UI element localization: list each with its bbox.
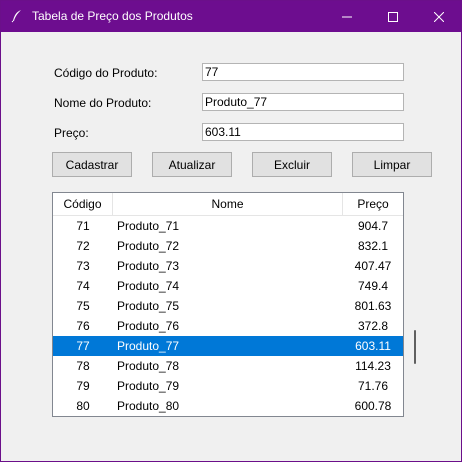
- price-label: Preço:: [54, 126, 89, 140]
- minimize-icon: [342, 16, 352, 17]
- price-field[interactable]: [202, 123, 404, 141]
- title-bar[interactable]: Tabela de Preço dos Produtos: [1, 1, 461, 32]
- close-button[interactable]: [416, 1, 462, 32]
- code-label: Código do Produto:: [54, 66, 158, 80]
- feather-icon: [10, 9, 24, 23]
- table-row[interactable]: 78 Produto_78 114.23: [53, 356, 403, 376]
- cell-code: 75: [76, 299, 90, 313]
- table-header: Código Nome Preço: [53, 193, 403, 216]
- table-scrollbar[interactable]: [414, 330, 416, 364]
- excluir-button[interactable]: Excluir: [252, 152, 332, 177]
- cell-price: 749.4: [357, 279, 389, 293]
- table-row[interactable]: 75 Produto_75 801.63: [53, 296, 403, 316]
- cell-price: 372.8: [357, 319, 389, 333]
- table-row[interactable]: 80 Produto_80 600.78: [53, 396, 403, 416]
- cell-code: 71: [76, 219, 90, 233]
- cell-name: Produto_80: [117, 399, 180, 413]
- cell-code: 80: [76, 399, 90, 413]
- window-title: Tabela de Preço dos Produtos: [32, 9, 193, 23]
- table-row[interactable]: 72 Produto_72 832.1: [53, 236, 403, 256]
- table-row-selected[interactable]: 77 Produto_77 603.11: [53, 336, 403, 356]
- cell-code: 77: [76, 339, 90, 353]
- cell-price: 114.23: [355, 359, 391, 373]
- cell-name: Produto_72: [117, 239, 180, 253]
- cell-code: 72: [76, 239, 90, 253]
- table-row[interactable]: 71 Produto_71 904.7: [53, 216, 403, 236]
- column-header-code[interactable]: Código: [53, 193, 113, 215]
- cell-price: 801.63: [354, 299, 392, 313]
- cell-price: 904.7: [357, 219, 389, 233]
- cell-price: 407.47: [354, 259, 392, 273]
- cell-name: Produto_78: [117, 359, 180, 373]
- cell-name: Produto_71: [117, 219, 180, 233]
- table-row[interactable]: 79 Produto_79 71.76: [53, 376, 403, 396]
- cell-price: 71.76: [357, 379, 389, 393]
- table-body: 71 Produto_71 904.7 72 Produto_72 832.1 …: [53, 216, 403, 416]
- minimize-button[interactable]: [324, 1, 370, 32]
- cell-code: 74: [76, 279, 90, 293]
- column-header-name[interactable]: Nome: [113, 193, 343, 215]
- cadastrar-button[interactable]: Cadastrar: [52, 152, 132, 177]
- cell-code: 76: [76, 319, 90, 333]
- cell-price: 832.1: [357, 239, 389, 253]
- cell-code: 79: [76, 379, 90, 393]
- maximize-button[interactable]: [370, 1, 416, 32]
- cell-name: Produto_77: [117, 339, 180, 353]
- atualizar-button[interactable]: Atualizar: [152, 152, 232, 177]
- name-label: Nome do Produto:: [54, 96, 152, 110]
- app-window: Tabela de Preço dos Produtos Código do P…: [0, 0, 462, 462]
- close-icon: [434, 11, 444, 22]
- limpar-button[interactable]: Limpar: [352, 152, 432, 177]
- cell-name: Produto_79: [117, 379, 180, 393]
- cell-price: 603.11: [355, 339, 391, 353]
- table-row[interactable]: 73 Produto_73 407.47: [53, 256, 403, 276]
- column-header-price[interactable]: Preço: [343, 193, 403, 215]
- products-table[interactable]: Código Nome Preço 71 Produto_71 904.7 72…: [52, 192, 404, 417]
- table-row[interactable]: 76 Produto_76 372.8: [53, 316, 403, 336]
- code-field[interactable]: [202, 63, 404, 81]
- table-row[interactable]: 74 Produto_74 749.4: [53, 276, 403, 296]
- cell-name: Produto_74: [117, 279, 180, 293]
- cell-code: 78: [76, 359, 90, 373]
- cell-name: Produto_75: [117, 299, 180, 313]
- name-field[interactable]: [202, 93, 404, 111]
- cell-name: Produto_73: [117, 259, 180, 273]
- cell-name: Produto_76: [117, 319, 180, 333]
- maximize-icon: [388, 11, 398, 22]
- cell-price: 600.78: [354, 399, 392, 413]
- cell-code: 73: [76, 259, 90, 273]
